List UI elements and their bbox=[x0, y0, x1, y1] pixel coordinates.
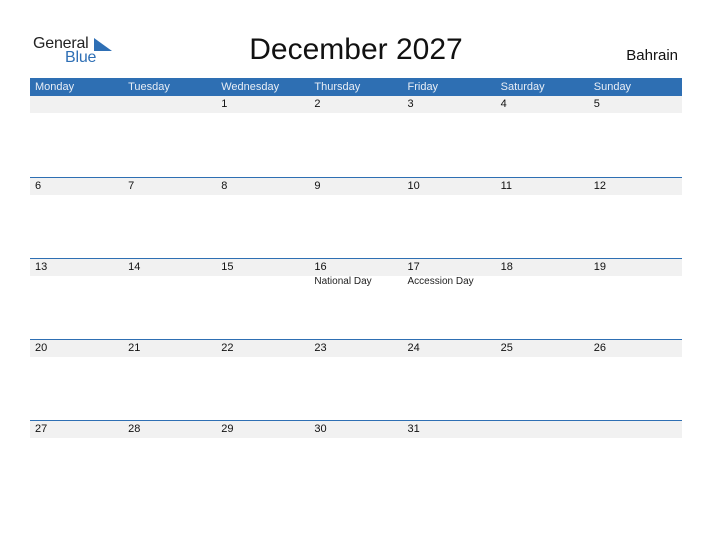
date-band: 20 21 22 23 24 25 26 bbox=[30, 340, 682, 357]
day-number bbox=[123, 96, 216, 113]
day-number: 25 bbox=[500, 342, 513, 354]
holiday-label bbox=[216, 276, 309, 288]
date-band: 6 7 8 9 10 11 12 bbox=[30, 178, 682, 195]
day-number: 13 bbox=[35, 261, 48, 273]
holiday-band: National Day Accession Day bbox=[30, 276, 682, 288]
day-number: 7 bbox=[128, 180, 135, 192]
day-number bbox=[30, 96, 123, 113]
weekday-header: Monday Tuesday Wednesday Thursday Friday… bbox=[30, 78, 682, 96]
day-number: 16 bbox=[314, 261, 327, 273]
holiday-label: Accession Day bbox=[407, 276, 474, 287]
day-number: 8 bbox=[221, 180, 228, 192]
day-number: 11 bbox=[500, 180, 513, 192]
weekday-monday: Monday bbox=[35, 81, 75, 93]
day-number: 22 bbox=[221, 342, 234, 354]
holiday-label: National Day bbox=[314, 276, 372, 287]
day-number: 4 bbox=[500, 98, 507, 110]
weekday-tuesday: Tuesday bbox=[128, 81, 170, 93]
day-number: 19 bbox=[593, 261, 606, 273]
day-number: 5 bbox=[593, 98, 600, 110]
week-row: 6 7 8 9 10 11 12 bbox=[30, 177, 682, 258]
day-number: 27 bbox=[35, 423, 48, 435]
holiday-label bbox=[30, 276, 123, 288]
day-number: 23 bbox=[314, 342, 327, 354]
week-row: 1 2 3 4 5 bbox=[30, 96, 682, 177]
week-row: 13 14 15 16 17 18 19 National Day Accession Day bbox=[30, 258, 682, 339]
country-label: Bahrain bbox=[626, 47, 678, 64]
day-number: 30 bbox=[314, 423, 327, 435]
day-number bbox=[589, 421, 682, 438]
day-number: 24 bbox=[407, 342, 420, 354]
calendar-title: December 2027 bbox=[249, 33, 463, 66]
holiday-label bbox=[496, 276, 589, 288]
weeks-container: 1 2 3 4 5 6 7 8 9 10 11 12 13 14 15 16 17 18 19 National Da… bbox=[30, 96, 682, 501]
day-number: 28 bbox=[128, 423, 141, 435]
weekday-wednesday: Wednesday bbox=[221, 81, 280, 93]
day-number: 14 bbox=[128, 261, 141, 273]
weekday-friday: Friday bbox=[407, 81, 439, 93]
week-row: 27 28 29 30 31 bbox=[30, 420, 682, 501]
date-band: 13 14 15 16 17 18 19 bbox=[30, 259, 682, 276]
weekday-sunday: Sunday bbox=[593, 81, 632, 93]
calendar-grid: Monday Tuesday Wednesday Thursday Friday… bbox=[30, 78, 682, 501]
day-number: 1 bbox=[221, 98, 228, 110]
day-number: 29 bbox=[221, 423, 234, 435]
weekday-saturday: Saturday bbox=[500, 81, 545, 93]
day-number: 15 bbox=[221, 261, 234, 273]
day-number: 20 bbox=[35, 342, 48, 354]
day-number: 26 bbox=[593, 342, 606, 354]
day-number: 10 bbox=[407, 180, 420, 192]
date-band: 1 2 3 4 5 bbox=[30, 96, 682, 113]
day-number: 12 bbox=[593, 180, 606, 192]
date-band: 27 28 29 30 31 bbox=[30, 421, 682, 438]
day-number: 9 bbox=[314, 180, 321, 192]
weekday-thursday: Thursday bbox=[314, 81, 361, 93]
day-number: 2 bbox=[314, 98, 321, 110]
day-number bbox=[496, 421, 589, 438]
day-number: 17 bbox=[407, 261, 420, 273]
day-number: 6 bbox=[35, 180, 42, 192]
day-number: 3 bbox=[407, 98, 414, 110]
holiday-label bbox=[123, 276, 216, 288]
holiday-label bbox=[589, 276, 682, 288]
day-number: 18 bbox=[500, 261, 513, 273]
week-row: 20 21 22 23 24 25 26 bbox=[30, 339, 682, 420]
day-number: 31 bbox=[407, 423, 420, 435]
day-number: 21 bbox=[128, 342, 141, 354]
